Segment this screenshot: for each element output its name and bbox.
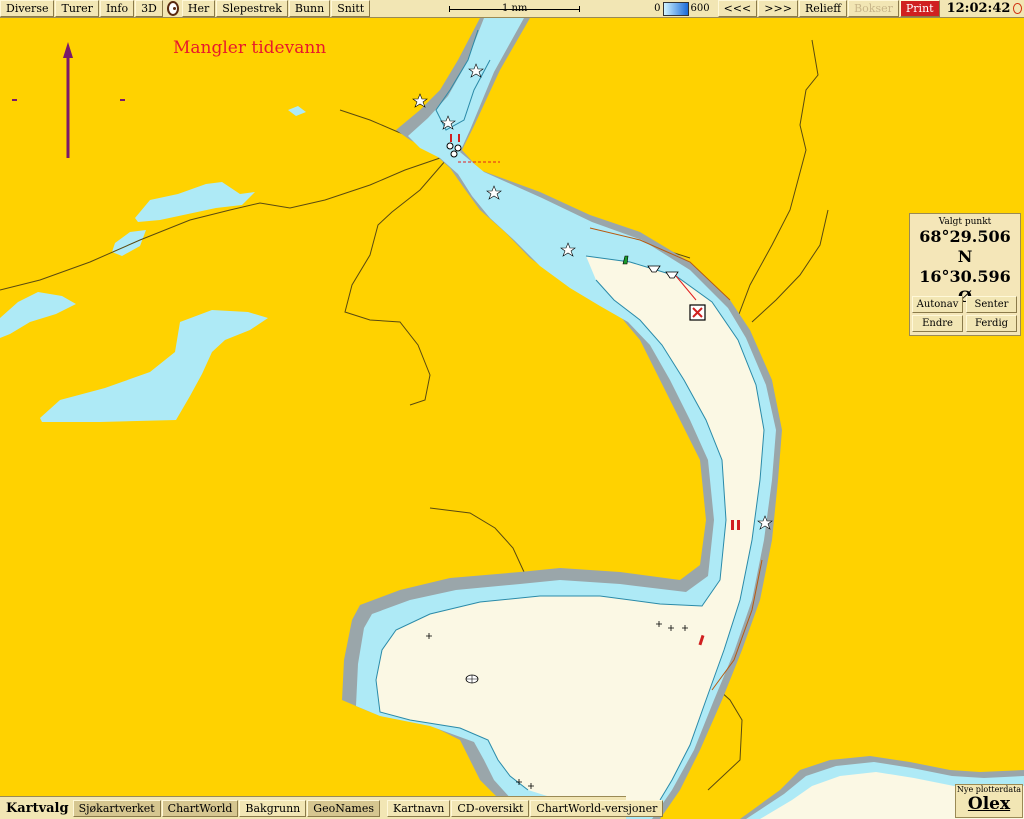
diverse-button[interactable]: Diverse — [0, 0, 55, 17]
bakgrunn-toggle[interactable]: Bakgrunn — [239, 799, 307, 817]
print-button[interactable]: Print — [899, 0, 940, 17]
tide-warning-label: Mangler tidevann — [173, 38, 327, 58]
depth-max: 600 — [690, 3, 710, 14]
snitt-button[interactable]: Snitt — [331, 0, 371, 17]
chartworld-toggle[interactable]: ChartWorld — [161, 799, 239, 817]
selected-point-panel: Valgt punkt 68°29.506 N 16°30.596 Ø Auto… — [909, 213, 1021, 336]
depth-min: 0 — [654, 3, 661, 14]
new-plotter-data-label: Nye plotterdata — [956, 785, 1022, 794]
3d-button[interactable]: 3D — [135, 0, 163, 17]
chart-map[interactable] — [0, 0, 1024, 819]
selected-point-marker — [689, 304, 706, 321]
kartnavn-button[interactable]: Kartnavn — [386, 799, 451, 817]
chart-selection-bar: Kartvalg Sjøkartverket ChartWorld Bakgru… — [0, 796, 664, 819]
olex-logo-button[interactable]: Nye plotterdata Olex — [955, 784, 1023, 818]
bunn-button[interactable]: Bunn — [288, 0, 331, 17]
clock: 12:02:42 — [946, 1, 1011, 16]
sjokartverket-toggle[interactable]: Sjøkartverket — [72, 799, 161, 817]
autonav-button[interactable]: Autonav — [912, 296, 963, 313]
her-button[interactable]: Her — [181, 0, 216, 17]
scale-label: 1 nm — [501, 3, 528, 14]
ferdig-button[interactable]: Ferdig — [966, 315, 1017, 332]
next-button[interactable]: >>> — [758, 0, 798, 17]
red-buoy — [737, 520, 740, 530]
info-button[interactable]: Info — [99, 0, 135, 17]
chartworld-versjoner-button[interactable]: ChartWorld-versjoner — [530, 799, 664, 817]
slepestrek-button[interactable]: Slepestrek — [216, 0, 288, 17]
scale-bar: 1 nm — [449, 1, 581, 16]
cd-oversikt-button[interactable]: CD-oversikt — [451, 799, 530, 817]
depth-gradient — [662, 1, 689, 16]
compass-icon[interactable] — [166, 1, 179, 16]
relieff-button[interactable]: Relieff — [798, 0, 848, 17]
prev-button[interactable]: <<< — [717, 0, 758, 17]
turer-button[interactable]: Turer — [55, 0, 99, 17]
senter-button[interactable]: Senter — [966, 296, 1017, 313]
red-buoy — [731, 520, 734, 530]
endre-button[interactable]: Endre — [912, 315, 963, 332]
geonames-toggle[interactable]: GeoNames — [307, 799, 380, 817]
depth-legend[interactable]: 0 600 — [654, 1, 710, 16]
panel-title: Valgt punkt — [938, 217, 992, 227]
olex-logo: Olex — [967, 794, 1011, 814]
latitude: 68°29.506 N — [919, 227, 1011, 266]
kartvalg-title: Kartvalg — [6, 800, 69, 816]
top-toolbar: Diverse Turer Info 3D Her Slepestrek Bun… — [0, 0, 1024, 18]
sun-icon[interactable] — [1013, 3, 1022, 14]
bokser-button[interactable]: Bokser — [848, 0, 899, 17]
